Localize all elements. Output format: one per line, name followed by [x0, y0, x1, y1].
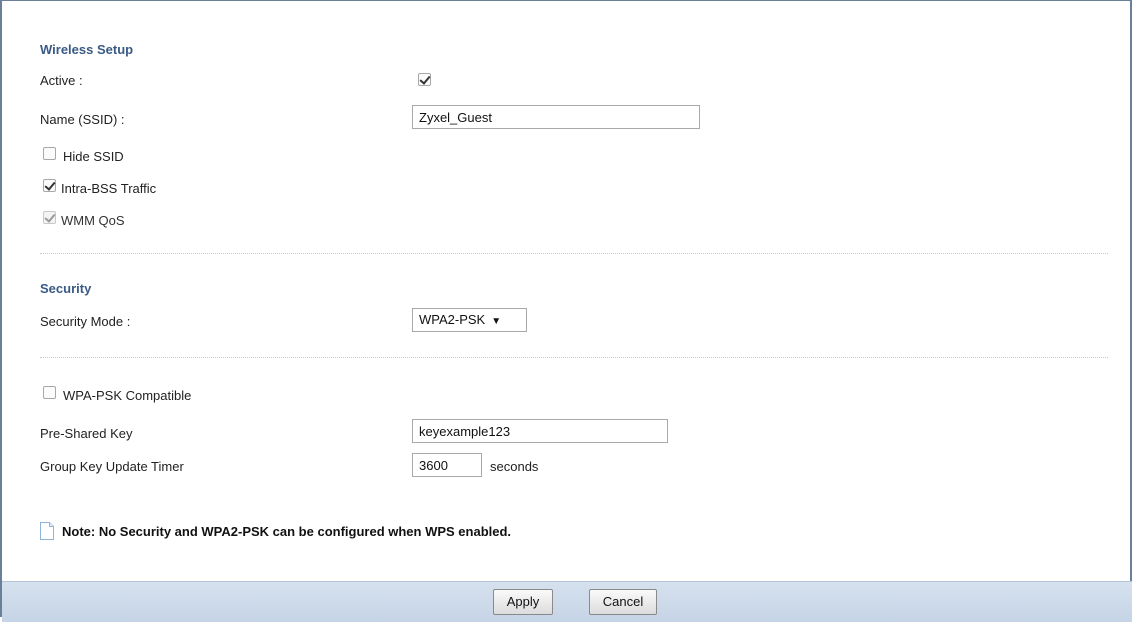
- hide-ssid-checkbox[interactable]: [43, 147, 56, 160]
- wpa-psk-compatible-label: WPA-PSK Compatible: [63, 388, 192, 403]
- wpa-psk-compatible-checkbox[interactable]: [43, 386, 56, 399]
- group-key-label: Group Key Update Timer: [40, 459, 184, 474]
- intra-bss-checkbox[interactable]: [43, 179, 56, 192]
- hide-ssid-label: Hide SSID: [63, 149, 124, 164]
- section-divider: [40, 253, 1108, 254]
- security-mode-select[interactable]: WPA2-PSK ▼: [412, 308, 527, 332]
- intra-bss-label: Intra-BSS Traffic: [61, 181, 157, 196]
- active-checkbox[interactable]: [418, 73, 431, 86]
- note-text: Note: No Security and WPA2-PSK can be co…: [62, 524, 512, 539]
- cancel-button[interactable]: Cancel: [589, 589, 657, 615]
- security-mode-label: Security Mode :: [40, 314, 131, 329]
- wmm-qos-label: WMM QoS: [61, 213, 125, 228]
- security-mode-value: WPA2-PSK: [419, 312, 486, 327]
- apply-button[interactable]: Apply: [493, 589, 553, 615]
- active-label: Active :: [40, 73, 83, 88]
- psk-input[interactable]: [412, 419, 668, 443]
- dropdown-arrow-icon: ▼: [491, 316, 502, 327]
- psk-label: Pre-Shared Key: [40, 426, 133, 441]
- group-key-input[interactable]: [412, 453, 482, 477]
- footer-bar: Apply Cancel: [2, 581, 1132, 622]
- section-divider: [40, 357, 1108, 358]
- group-key-unit: seconds: [490, 459, 539, 474]
- ssid-input[interactable]: [412, 105, 700, 129]
- wmm-qos-checkbox: [43, 211, 56, 224]
- ssid-label: Name (SSID) :: [40, 112, 125, 127]
- note-icon: [40, 522, 54, 540]
- wireless-setup-title: Wireless Setup: [40, 42, 134, 57]
- security-title: Security: [40, 281, 92, 296]
